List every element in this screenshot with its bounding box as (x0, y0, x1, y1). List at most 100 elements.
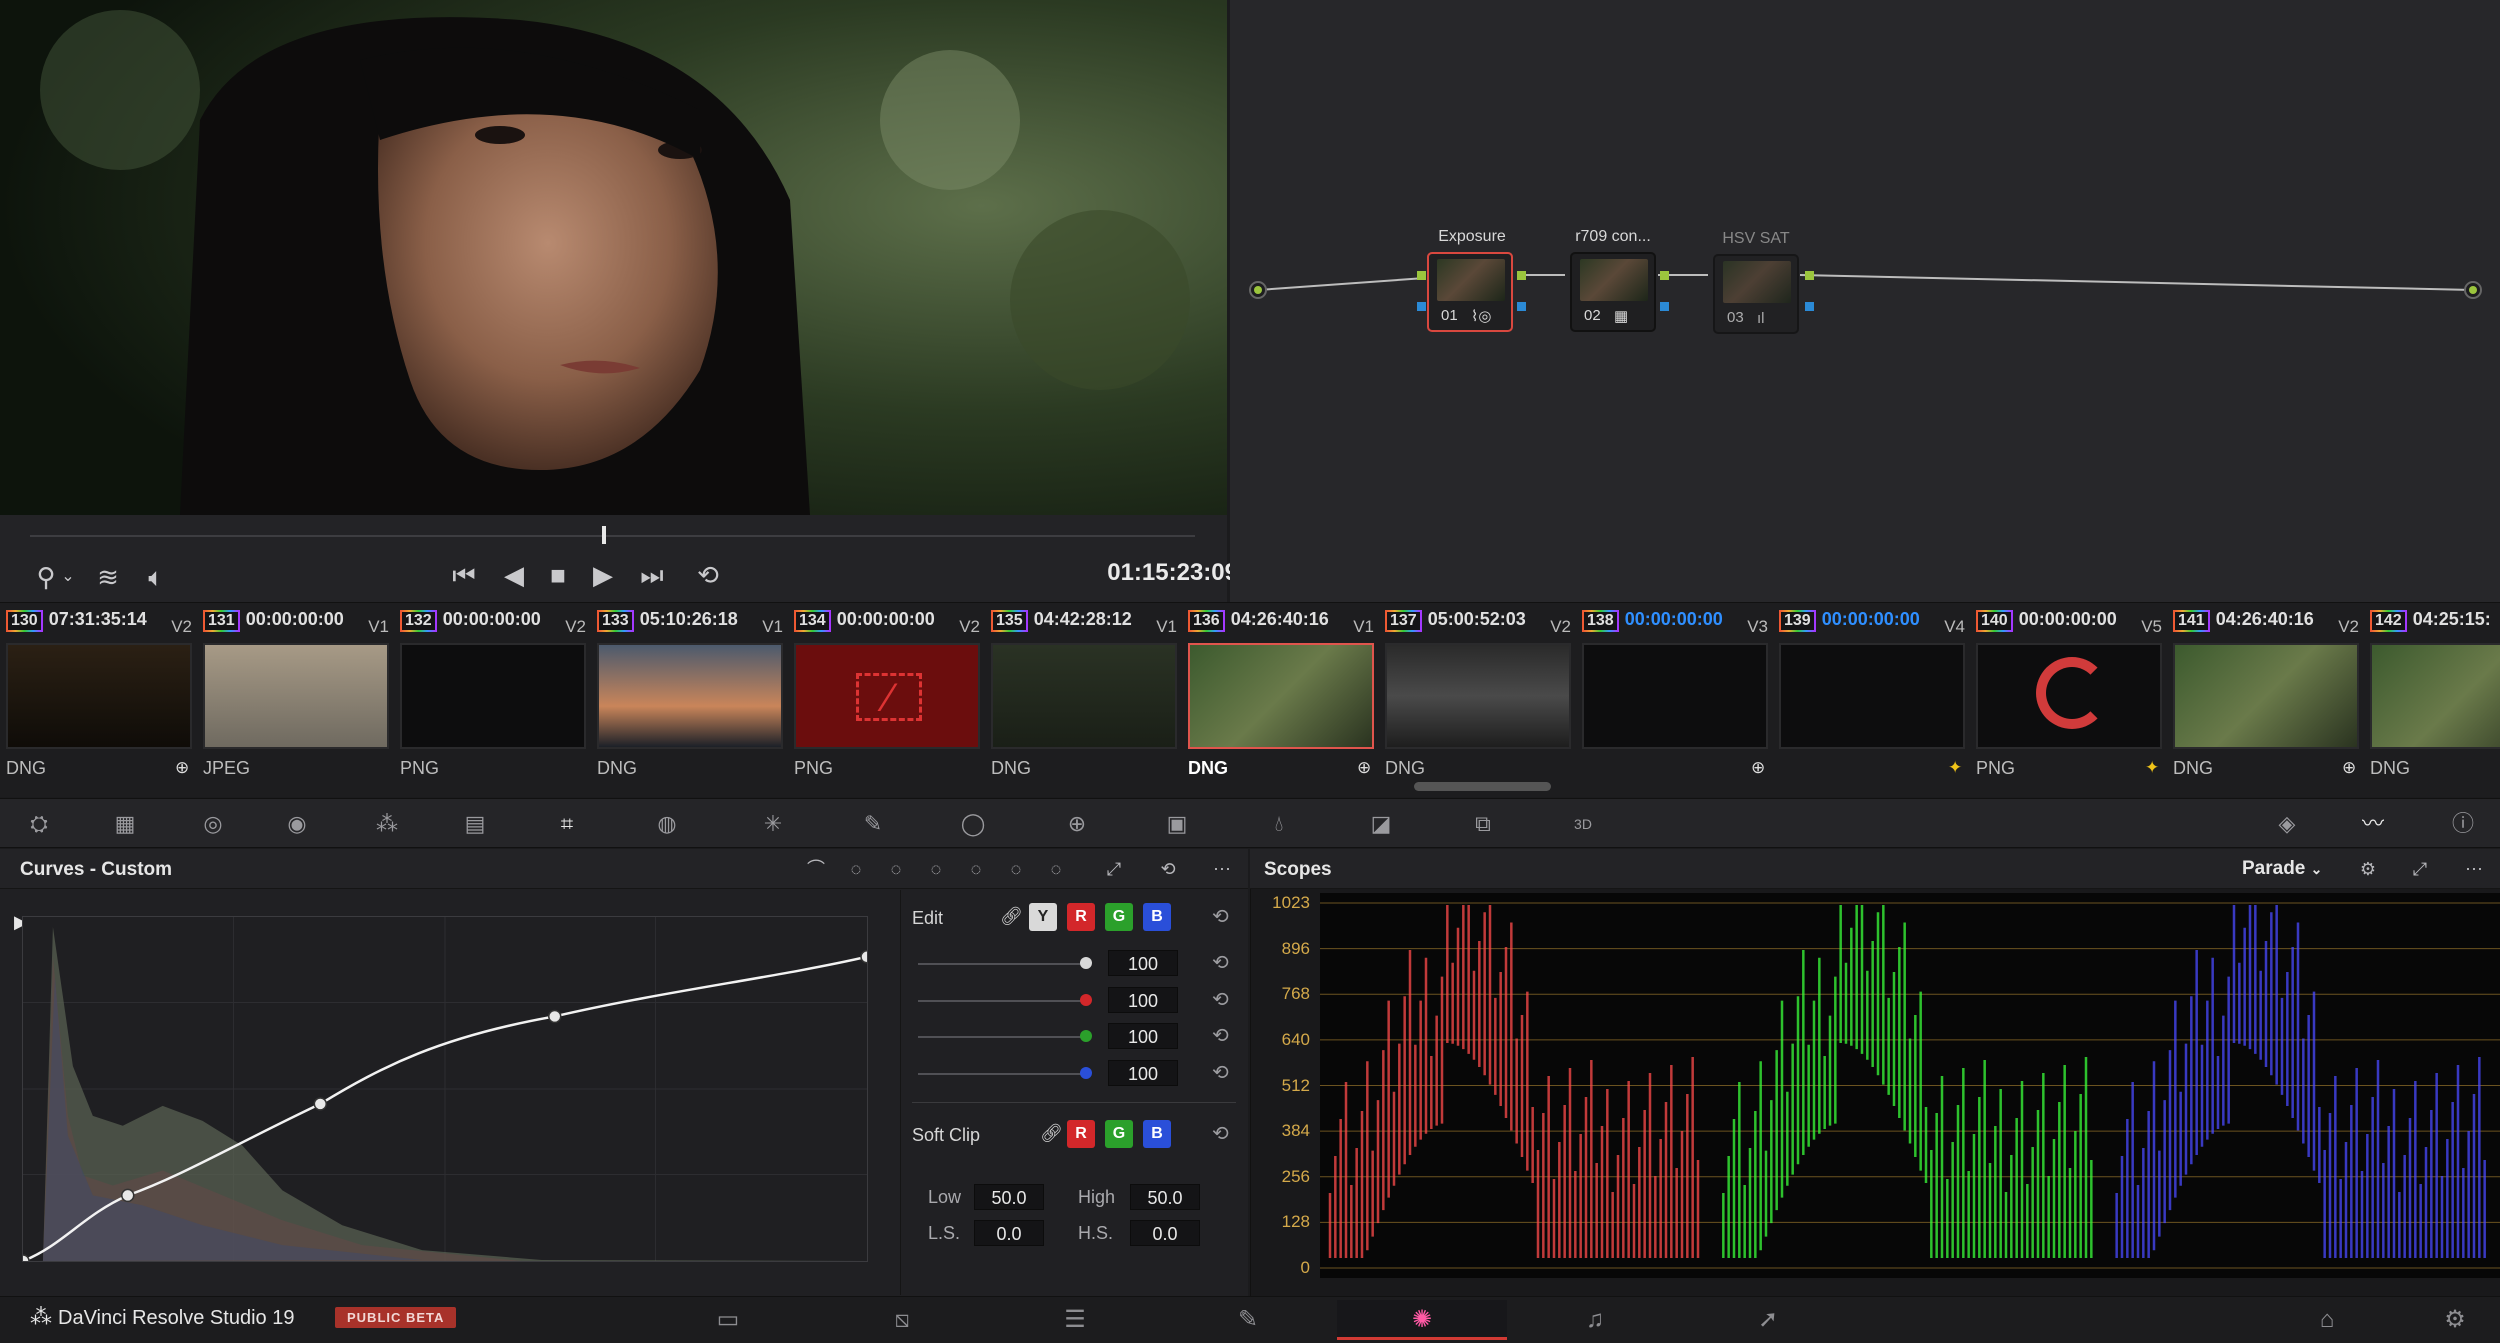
sat-vs-sat-icon[interactable]: ◌ (1002, 855, 1030, 883)
color-match-icon[interactable]: ▦ (108, 807, 142, 841)
color-warper-icon[interactable]: ◍ (650, 807, 684, 841)
clip-thumbnail[interactable]: 134 00:00:00:00 V2 ⁄ PNG (788, 603, 986, 793)
channel-r-button[interactable]: R (1067, 903, 1095, 931)
node-alpha-output[interactable] (1517, 302, 1526, 311)
loop-icon[interactable]: ⟲ (690, 560, 726, 590)
hue-vs-lum-icon[interactable]: ◌ (922, 855, 950, 883)
layers-icon[interactable]: ≋ (90, 562, 126, 592)
curve-graph[interactable] (16, 916, 874, 1268)
softclip-r-button[interactable]: R (1067, 1120, 1095, 1148)
intensity-g-field[interactable]: 100 (1108, 1023, 1178, 1049)
more-options-icon[interactable]: ⋯ (1208, 855, 1236, 883)
intensity-slider-r[interactable] (918, 1000, 1086, 1002)
clip-thumbnail[interactable]: 138 00:00:00:00 V3 ⊕ (1576, 603, 1774, 793)
camera-raw-icon[interactable]: ⛭ (22, 807, 56, 841)
fusion-page-icon[interactable]: ✎ (1163, 1300, 1333, 1340)
clip-thumbnail[interactable]: 142 04:25:15: DNG (2364, 603, 2500, 793)
slider-knob[interactable] (1080, 957, 1092, 969)
reset-icon[interactable]: ⟲ (1212, 1121, 1229, 1146)
node-alpha-output[interactable] (1660, 302, 1669, 311)
node-editor[interactable]: Exposure 01 ⌇◎ r709 con... 02 ▦ HSV SAT … (1230, 0, 2500, 602)
window-icon[interactable]: ◯ (956, 807, 990, 841)
keyframes-icon[interactable]: ◈ (2270, 807, 2304, 841)
scope-settings-icon[interactable]: ⚙︎ (2354, 855, 2382, 883)
clip-thumbnail[interactable]: 130 07:31:35:14 V2 DNG ⊕ (0, 603, 198, 793)
hs-field[interactable]: 0.0 (1130, 1220, 1200, 1246)
rgb-mixer-icon[interactable]: ⁂ (370, 807, 404, 841)
node-output-port[interactable] (1660, 271, 1669, 280)
stop-icon[interactable]: ■ (540, 560, 576, 590)
softclip-g-button[interactable]: G (1105, 1120, 1133, 1148)
intensity-y-field[interactable]: 100 (1108, 950, 1178, 976)
reset-icon[interactable]: ⟲ (1212, 987, 1229, 1012)
clip-thumbnail[interactable]: 140 00:00:00:00 V5 PNG ✦ (1970, 603, 2168, 793)
motion-effects-icon[interactable]: ▤ (458, 807, 492, 841)
settings-gear-icon[interactable]: ⚙︎ (2425, 1300, 2485, 1340)
node-hsv-sat[interactable]: 03 ıl (1713, 254, 1799, 334)
lum-vs-sat-icon[interactable]: ◌ (962, 855, 990, 883)
scope-mode-select[interactable]: Parade ⌄ (2242, 858, 2322, 880)
play-icon[interactable]: ▶ (585, 560, 621, 590)
hue-vs-hue-icon[interactable]: ◌ (842, 855, 870, 883)
slider-knob[interactable] (1080, 1030, 1092, 1042)
media-page-icon[interactable]: ▭ (643, 1300, 813, 1340)
intensity-slider-b[interactable] (918, 1073, 1086, 1075)
channel-b-button[interactable]: B (1143, 903, 1171, 931)
ls-field[interactable]: 0.0 (974, 1220, 1044, 1246)
color-wheels-icon[interactable]: ◎ (196, 807, 230, 841)
qualifier-icon[interactable]: ✎ (856, 807, 890, 841)
intensity-slider-g[interactable] (918, 1036, 1086, 1038)
viewer-image[interactable] (0, 0, 1227, 515)
info-icon[interactable]: ⓘ (2446, 807, 2480, 841)
clip-thumbnail[interactable]: 133 05:10:26:18 V1 DNG (591, 603, 789, 793)
hue-vs-sat-icon[interactable]: ◌ (882, 855, 910, 883)
playhead[interactable] (602, 526, 606, 544)
reset-icon[interactable]: ⟲ (1212, 1060, 1229, 1085)
expand-icon[interactable]: ⤢ (2406, 855, 2434, 883)
clip-thumbnail[interactable]: 139 00:00:00:00 V4 ✦ (1773, 603, 1971, 793)
warper-icon[interactable]: ✳ (756, 807, 790, 841)
reset-icon[interactable]: ⟲ (1212, 904, 1229, 929)
clip-thumbnail[interactable]: 135 04:42:28:12 V1 DNG (985, 603, 1183, 793)
clip-thumbnail[interactable]: 141 04:26:40:16 V2 DNG ⊕ (2167, 603, 2365, 793)
clip-thumbnail[interactable]: 137 05:00:52:03 V2 DNG (1379, 603, 1577, 793)
tracker-icon[interactable]: ⊕ (1060, 807, 1094, 841)
scopes-icon[interactable]: 〰 (2356, 807, 2390, 841)
clip-thumbnail[interactable]: 131 00:00:00:00 V1 JPEG (197, 603, 395, 793)
clip-thumbnail[interactable]: 136 04:26:40:16 V1 DNG ⊕ (1182, 603, 1380, 793)
step-back-icon[interactable]: ◀ (496, 560, 532, 590)
deliver-page-icon[interactable]: ➚ (1683, 1300, 1853, 1340)
clip-thumbnail[interactable]: 132 00:00:00:00 V2 PNG (394, 603, 592, 793)
high-field[interactable]: 50.0 (1130, 1184, 1200, 1210)
custom-curve-icon[interactable]: ⌒ (802, 855, 830, 883)
sizing-icon[interactable]: ⧉ (1466, 807, 1500, 841)
color-page-icon[interactable]: ✺ (1337, 1300, 1507, 1340)
go-to-start-icon[interactable]: ⏮︎ (446, 560, 482, 590)
intensity-b-field[interactable]: 100 (1108, 1060, 1178, 1086)
expand-icon[interactable]: ⤢ (1100, 855, 1128, 883)
slider-knob[interactable] (1080, 994, 1092, 1006)
low-field[interactable]: 50.0 (974, 1184, 1044, 1210)
clip-strip-scrollbar[interactable] (1414, 782, 1551, 791)
node-alpha-output[interactable] (1805, 302, 1814, 311)
home-icon[interactable]: ⌂ (2297, 1300, 2357, 1340)
reset-icon[interactable]: ⟲ (1212, 950, 1229, 975)
curves-icon[interactable]: ⌗ (550, 807, 584, 841)
fairlight-page-icon[interactable]: ♫ (1510, 1300, 1680, 1340)
volume-icon[interactable]: 🔈︎ (138, 562, 174, 592)
channel-y-button[interactable]: Y (1029, 903, 1057, 931)
link-icon[interactable]: 🔗︎ (1040, 1123, 1063, 1144)
channel-g-button[interactable]: G (1105, 903, 1133, 931)
link-icon[interactable]: 🔗︎ (1000, 906, 1023, 927)
viewer-scrubber[interactable] (30, 535, 1195, 537)
softclip-b-button[interactable]: B (1143, 1120, 1171, 1148)
3d-icon[interactable]: 3D (1566, 807, 1600, 841)
node-alpha-input[interactable] (1417, 302, 1426, 311)
magic-mask-icon[interactable]: ▣ (1160, 807, 1194, 841)
node-r709[interactable]: 02 ▦ (1570, 252, 1656, 332)
node-input-port[interactable] (1417, 271, 1426, 280)
hdr-wheels-icon[interactable]: ◉ (280, 807, 314, 841)
chevron-down-icon[interactable]: ⌄ (50, 562, 86, 592)
go-to-end-icon[interactable]: ⏭︎ (634, 560, 670, 590)
key-icon[interactable]: ◪ (1364, 807, 1398, 841)
